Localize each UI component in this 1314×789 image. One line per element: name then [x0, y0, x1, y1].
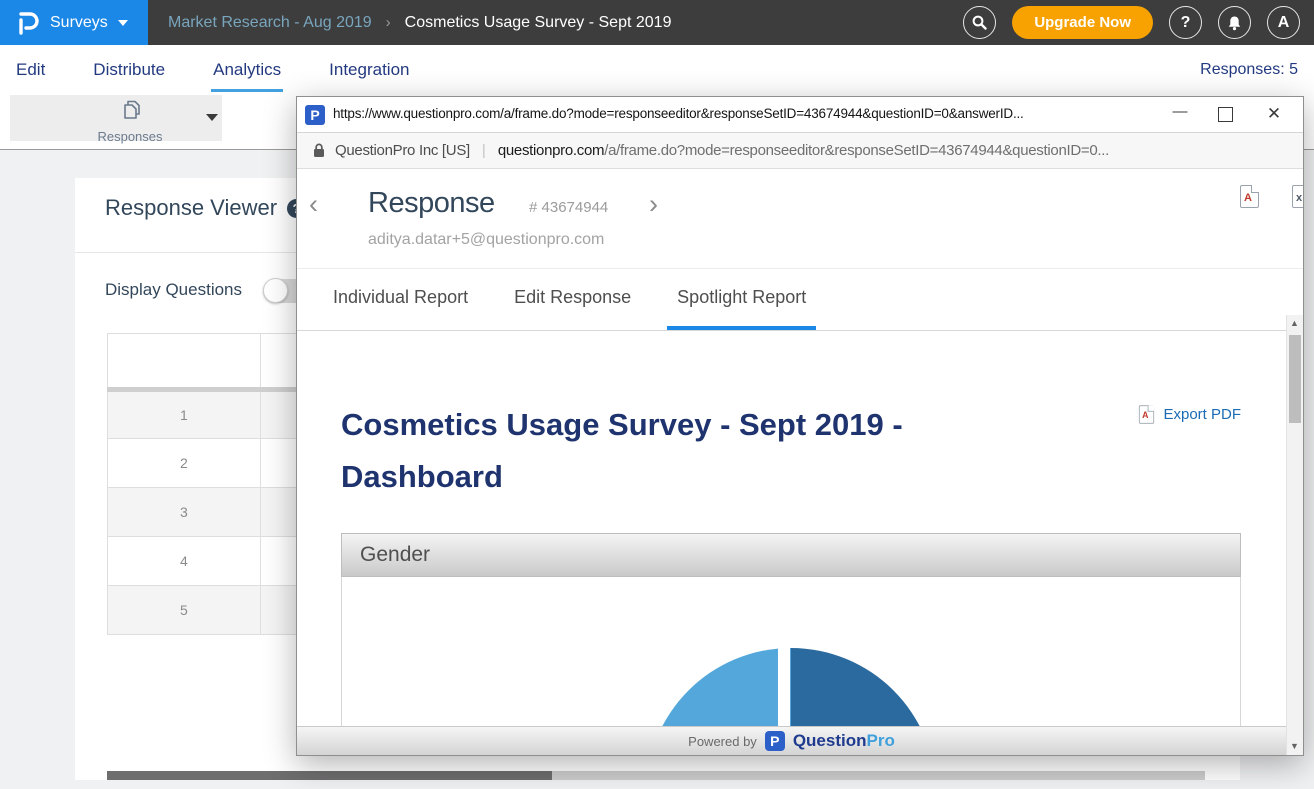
powered-by-footer: Powered by P QuestionPro	[297, 726, 1286, 755]
close-button[interactable]: ✕	[1263, 104, 1285, 128]
export-pdf-icon[interactable]: A	[1240, 185, 1259, 208]
address-path: /a/frame.do?mode=responseeditor&response…	[604, 142, 1109, 159]
chevron-down-icon	[118, 20, 128, 26]
respondent-email: aditya.datar+5@questionpro.com	[368, 231, 604, 249]
nav-item-distribute[interactable]: Distribute	[91, 48, 167, 92]
tab-spotlight-report[interactable]: Spotlight Report	[667, 269, 816, 330]
breadcrumb-current: Cosmetics Usage Survey - Sept 2019	[405, 14, 672, 32]
window-title-bar[interactable]: P https://www.questionpro.com/a/frame.do…	[297, 97, 1303, 133]
gender-panel-body	[341, 577, 1241, 726]
surveys-label: Surveys	[50, 14, 108, 32]
nav-item-integration[interactable]: Integration	[327, 48, 411, 92]
topbar-actions: Upgrade Now ? A	[963, 0, 1300, 45]
notifications-button[interactable]	[1218, 6, 1251, 39]
maximize-button[interactable]	[1218, 107, 1233, 122]
export-doc-icon[interactable]: x	[1292, 185, 1304, 208]
row-number-header	[108, 334, 261, 390]
chevron-down-icon[interactable]	[206, 114, 218, 121]
row-number: 1	[108, 390, 261, 439]
horizontal-scrollbar-thumb[interactable]	[107, 771, 552, 780]
screen: Surveys Market Research - Aug 2019 › Cos…	[0, 0, 1314, 789]
toggle-knob[interactable]	[263, 278, 288, 303]
scroll-up-arrow-icon[interactable]: ▲	[1290, 318, 1299, 328]
avatar[interactable]: A	[1267, 6, 1300, 39]
row-number: 2	[108, 439, 261, 488]
top-header-bar: Surveys Market Research - Aug 2019 › Cos…	[0, 0, 1314, 45]
security-address-bar: QuestionPro Inc [US] | questionpro.com/a…	[297, 133, 1303, 169]
breadcrumb: Market Research - Aug 2019 › Cosmetics U…	[168, 0, 671, 45]
pdf-file-icon: A	[1139, 405, 1154, 423]
row-number: 3	[108, 488, 261, 537]
window-title-url: https://www.questionpro.com/a/frame.do?m…	[333, 106, 1143, 121]
pie-slice-gap	[778, 648, 790, 726]
previous-response-button[interactable]: ‹	[309, 191, 318, 218]
gender-panel: Gender	[341, 533, 1241, 726]
questionpro-footer-logo-icon[interactable]: P	[765, 731, 785, 751]
search-icon	[972, 15, 987, 30]
dashboard-heading: Cosmetics Usage Survey - Sept 2019 - Das…	[341, 399, 1001, 503]
response-viewer-title: Response Viewer	[105, 195, 277, 221]
export-pdf-link[interactable]: A Export PDF	[1137, 403, 1241, 426]
powered-by-label: Powered by	[688, 734, 757, 749]
certificate-org: QuestionPro Inc [US]	[335, 142, 470, 159]
vertical-scrollbar-thumb[interactable]	[1289, 335, 1301, 423]
upgrade-now-button[interactable]: Upgrade Now	[1012, 6, 1153, 39]
row-number: 5	[108, 586, 261, 635]
scroll-down-arrow-icon[interactable]: ▼	[1290, 741, 1299, 751]
response-tabs: Individual Report Edit Response Spotligh…	[297, 269, 1286, 331]
survey-nav-bar: Edit Distribute Analytics Integration Re…	[0, 45, 1314, 95]
help-button[interactable]: ?	[1169, 6, 1202, 39]
nav-items: Edit Distribute Analytics Integration	[14, 45, 411, 95]
gender-pie-chart	[646, 648, 936, 726]
gender-panel-title: Gender	[360, 543, 430, 567]
response-title: Response	[368, 187, 495, 220]
nav-item-analytics[interactable]: Analytics	[211, 48, 283, 92]
next-response-button[interactable]: ›	[649, 191, 658, 218]
response-id-label: # 43674944	[529, 199, 608, 216]
responses-toolbar-button[interactable]: Responses	[10, 95, 222, 141]
lock-icon	[313, 143, 325, 158]
response-viewer-heading: Response Viewer ?	[105, 195, 306, 221]
questionpro-favicon-icon: P	[305, 105, 325, 125]
row-number: 4	[108, 537, 261, 586]
responses-count: Responses: 5	[1200, 45, 1298, 95]
responses-pages-icon	[117, 97, 143, 123]
nav-item-edit[interactable]: Edit	[14, 48, 47, 92]
questionpro-brand-link[interactable]: QuestionPro	[793, 731, 895, 751]
responses-toolbar-label: Responses	[90, 129, 170, 144]
spotlight-report-content: Cosmetics Usage Survey - Sept 2019 - Das…	[297, 331, 1286, 726]
breadcrumb-separator-icon: ›	[386, 14, 391, 31]
horizontal-scrollbar[interactable]	[107, 771, 1205, 780]
breadcrumb-parent-link[interactable]: Market Research - Aug 2019	[168, 14, 372, 32]
search-button[interactable]	[963, 6, 996, 39]
bell-icon	[1227, 15, 1242, 31]
minimize-button[interactable]: —	[1169, 103, 1191, 127]
questionpro-logo-icon	[16, 10, 40, 36]
display-questions-label: Display Questions	[105, 280, 242, 300]
surveys-menu[interactable]: Surveys	[0, 0, 148, 45]
tab-edit-response[interactable]: Edit Response	[504, 269, 641, 330]
response-header: ‹ Response # 43674944 › aditya.datar+5@q…	[297, 169, 1303, 269]
vertical-scrollbar[interactable]: ▲ ▼	[1286, 315, 1303, 755]
response-editor-window: P https://www.questionpro.com/a/frame.do…	[296, 96, 1304, 756]
gender-panel-header: Gender	[341, 533, 1241, 577]
tab-individual-report[interactable]: Individual Report	[323, 269, 478, 330]
address-divider: |	[482, 142, 486, 159]
address-domain: questionpro.com	[498, 142, 604, 159]
